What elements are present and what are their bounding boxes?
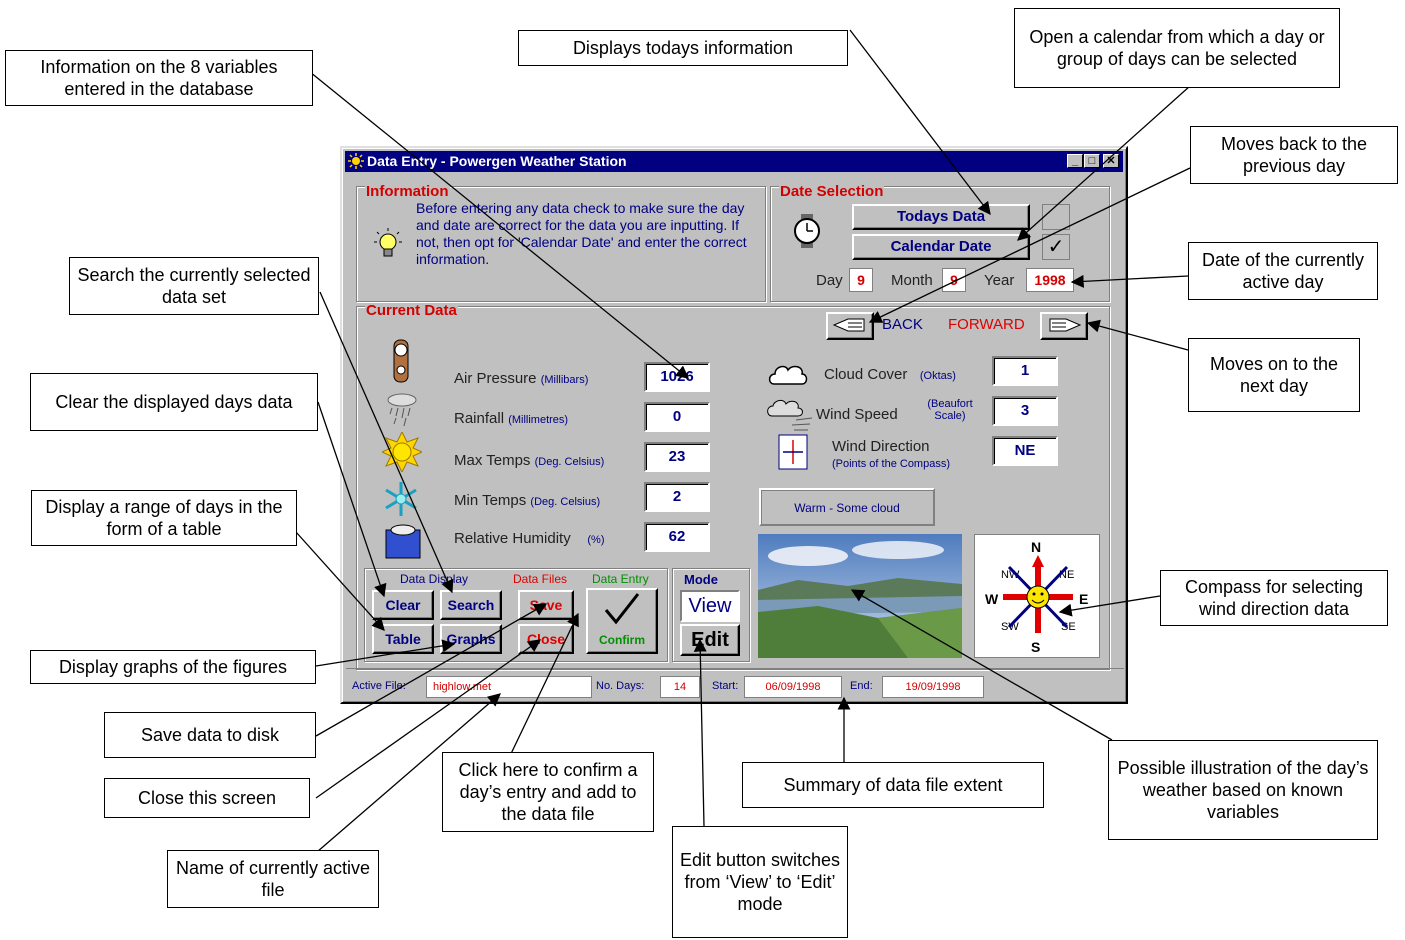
callout-file: Name of currently active file [167,850,379,908]
callout-illustration: Possible illustration of the day’s weath… [1108,740,1378,840]
callout-save: Save data to disk [104,712,316,758]
callout-calendar: Open a calendar from which a day or grou… [1014,8,1340,88]
callout-date: Date of the currently active day [1188,242,1378,300]
callout-summary: Summary of data file extent [742,762,1044,808]
callout-graphs: Display graphs of the figures [30,650,316,684]
callout-forward: Moves on to the next day [1188,338,1360,412]
callout-variables: Information on the 8 variables entered i… [5,50,313,106]
callout-confirm: Click here to confirm a day’s entry and … [442,752,654,832]
callout-back: Moves back to the previous day [1190,126,1398,184]
callout-search: Search the currently selected data set [69,257,319,315]
callout-todays: Displays todays information [518,30,848,66]
callout-clear: Clear the displayed days data [30,373,318,431]
callout-close: Close this screen [104,778,310,818]
callout-edit: Edit button switches from ‘View’ to ‘Edi… [672,826,848,938]
callout-table: Display a range of days in the form of a… [31,490,297,546]
callout-compass: Compass for selecting wind direction dat… [1160,570,1388,626]
